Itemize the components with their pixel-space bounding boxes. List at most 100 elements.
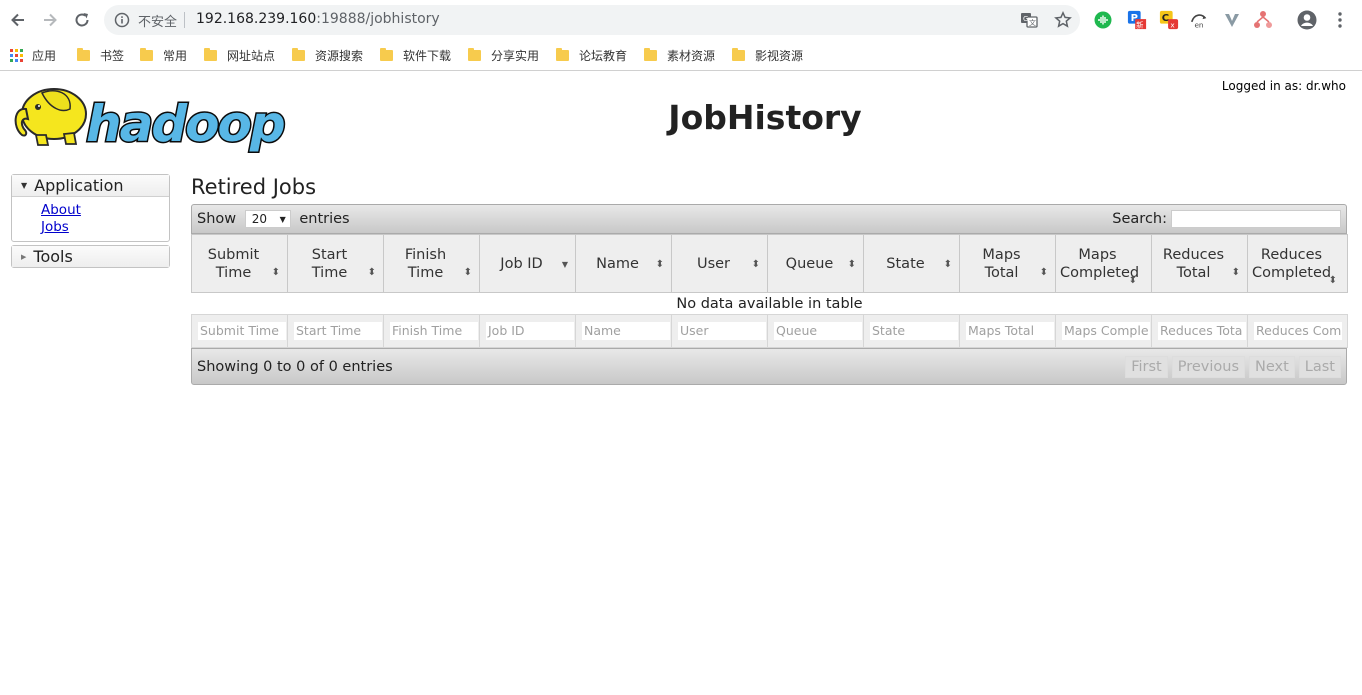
reload-button[interactable] xyxy=(70,8,94,32)
filter-cell: Finish Time xyxy=(383,314,480,348)
translate-icon[interactable]: G文 xyxy=(1020,11,1038,29)
filter-maps-total[interactable]: Maps Total xyxy=(966,322,1054,340)
url-text[interactable]: 192.168.239.160:19888/jobhistory xyxy=(196,11,440,27)
nav-section-label: Tools xyxy=(33,247,73,266)
pager-next-button[interactable]: Next xyxy=(1249,355,1295,378)
back-button[interactable] xyxy=(6,8,30,32)
nav-section-application: ▼ Application About Jobs xyxy=(11,174,170,242)
v-extension-icon[interactable] xyxy=(1222,10,1242,30)
green-sound-extension-icon[interactable] xyxy=(1093,10,1113,30)
svg-text:新: 新 xyxy=(1136,20,1143,29)
bookmark-label: 影视资源 xyxy=(755,48,804,63)
forward-arrow-icon xyxy=(44,13,57,27)
filter-cell: User xyxy=(671,314,768,348)
column-header-reduces-total[interactable]: Reduces Total ⬍ xyxy=(1151,234,1248,293)
table-footer: Showing 0 to 0 of 0 entries First Previo… xyxy=(191,348,1347,385)
page-length-select[interactable]: 20 ▼ xyxy=(244,210,291,228)
pager-last-button[interactable]: Last xyxy=(1298,355,1341,378)
column-header-reduces-completed[interactable]: Reduces Completed ⬍ xyxy=(1247,234,1348,293)
column-header-submit-time[interactable]: Submit Time ⬍ xyxy=(191,234,288,293)
bookmark-folder[interactable]: 资源搜索 xyxy=(292,45,363,65)
filter-reduces-total[interactable]: Reduces Tota xyxy=(1158,322,1246,340)
bookmark-folder[interactable]: 常用 xyxy=(140,45,187,65)
folder-icon xyxy=(77,47,90,61)
filter-user[interactable]: User xyxy=(678,322,766,340)
svg-text:文: 文 xyxy=(1029,18,1036,27)
filter-cell: State xyxy=(863,314,960,348)
nav-link-jobs[interactable]: Jobs xyxy=(41,219,169,236)
filter-reduces-completed[interactable]: Reduces Com xyxy=(1254,322,1342,340)
filter-cell: Maps Comple xyxy=(1055,314,1152,348)
column-header-maps-total[interactable]: Maps Total ⬍ xyxy=(959,234,1056,293)
address-bar[interactable]: 不安全 192.168.239.160:19888/jobhistory G文 xyxy=(104,5,1080,35)
bookmark-folder[interactable]: 论坛教育 xyxy=(556,45,627,65)
column-header-finish-time[interactable]: Finish Time ⬍ xyxy=(383,234,480,293)
column-header-maps-completed[interactable]: Maps Completed ⬍ xyxy=(1055,234,1152,293)
filter-maps-completed[interactable]: Maps Comple xyxy=(1062,322,1150,340)
column-label: Maps Completed xyxy=(1060,246,1140,281)
nav-section-label: Application xyxy=(34,176,124,195)
bookmark-folder[interactable]: 书签 xyxy=(77,45,124,65)
p-new-extension-icon[interactable]: P新 xyxy=(1127,10,1147,30)
profile-avatar-icon[interactable] xyxy=(1297,10,1317,30)
page-title: JobHistory xyxy=(668,98,862,137)
filter-cell: Queue xyxy=(767,314,864,348)
left-nav: ▼ Application About Jobs ▶ Tools xyxy=(11,174,170,271)
nav-link-about[interactable]: About xyxy=(41,202,169,219)
column-label: Submit Time xyxy=(207,246,260,281)
search-control: Search: xyxy=(1112,210,1341,228)
sort-desc-icon: ▼ xyxy=(561,260,568,269)
back-arrow-icon xyxy=(11,13,24,27)
info-icon[interactable] xyxy=(114,12,130,28)
nav-toggle-tools[interactable]: ▶ Tools xyxy=(12,246,169,267)
forward-button[interactable] xyxy=(38,8,62,32)
filter-start-time[interactable]: Start Time xyxy=(294,322,382,340)
column-header-user[interactable]: User ⬍ xyxy=(671,234,768,293)
sort-both-icon: ⬍ xyxy=(463,267,472,278)
sort-both-icon: ⬍ xyxy=(1128,275,1137,286)
bookmark-star-icon[interactable] xyxy=(1054,11,1072,29)
bookmark-folder[interactable]: 影视资源 xyxy=(732,45,803,65)
bookmark-label: 常用 xyxy=(163,48,188,63)
filter-submit-time[interactable]: Submit Time xyxy=(198,322,286,340)
bookmark-folder[interactable]: 网址站点 xyxy=(204,45,275,65)
column-header-start-time[interactable]: Start Time ⬍ xyxy=(287,234,384,293)
column-header-queue[interactable]: Queue ⬍ xyxy=(767,234,864,293)
filter-finish-time[interactable]: Finish Time xyxy=(390,322,478,340)
filter-state[interactable]: State xyxy=(870,322,958,340)
translate-en-extension-icon[interactable]: en xyxy=(1189,10,1209,30)
bookmark-label: 网址站点 xyxy=(227,48,276,63)
filter-queue[interactable]: Queue xyxy=(774,322,862,340)
search-label: Search: xyxy=(1112,211,1167,227)
column-header-name[interactable]: Name ⬍ xyxy=(575,234,672,293)
search-input[interactable] xyxy=(1171,210,1341,228)
bookmark-folder[interactable]: 分享实用 xyxy=(468,45,539,65)
bookmark-folder[interactable]: 素材资源 xyxy=(644,45,715,65)
pager-previous-button[interactable]: Previous xyxy=(1171,355,1245,378)
pagination: First Previous Next Last xyxy=(1121,355,1341,378)
column-header-state[interactable]: State ⬍ xyxy=(863,234,960,293)
column-label: Reduces Total xyxy=(1162,246,1225,281)
browser-toolbar: 不安全 192.168.239.160:19888/jobhistory G文 … xyxy=(0,0,1362,40)
column-label: Maps Total xyxy=(982,246,1021,281)
filter-job-id[interactable]: Job ID xyxy=(486,322,574,340)
filter-name[interactable]: Name xyxy=(582,322,670,340)
filter-cell: Maps Total xyxy=(959,314,1056,348)
table-header-row: Submit Time ⬍ Start Time ⬍ Finish Time ⬍ Jo… xyxy=(191,234,1348,293)
folder-icon xyxy=(468,47,481,61)
column-label: User xyxy=(696,255,731,272)
pager-first-button[interactable]: First xyxy=(1125,355,1168,378)
network-extension-icon[interactable] xyxy=(1253,10,1273,30)
c-red-x-extension-icon[interactable]: Cx xyxy=(1159,10,1179,30)
bookmark-apps[interactable]: 应用 xyxy=(10,45,56,65)
nav-toggle-application[interactable]: ▼ Application xyxy=(12,175,169,196)
filter-cell: Name xyxy=(575,314,672,348)
bookmark-label: 分享实用 xyxy=(491,48,540,63)
filter-cell: Start Time xyxy=(287,314,384,348)
bookmark-label: 软件下载 xyxy=(403,48,452,63)
column-header-job-id[interactable]: Job ID ▼ xyxy=(479,234,576,293)
menu-kebab-icon[interactable] xyxy=(1330,10,1350,30)
bookmark-folder[interactable]: 软件下载 xyxy=(380,45,451,65)
folder-icon xyxy=(732,47,745,61)
bookmark-label: 书签 xyxy=(100,48,125,63)
